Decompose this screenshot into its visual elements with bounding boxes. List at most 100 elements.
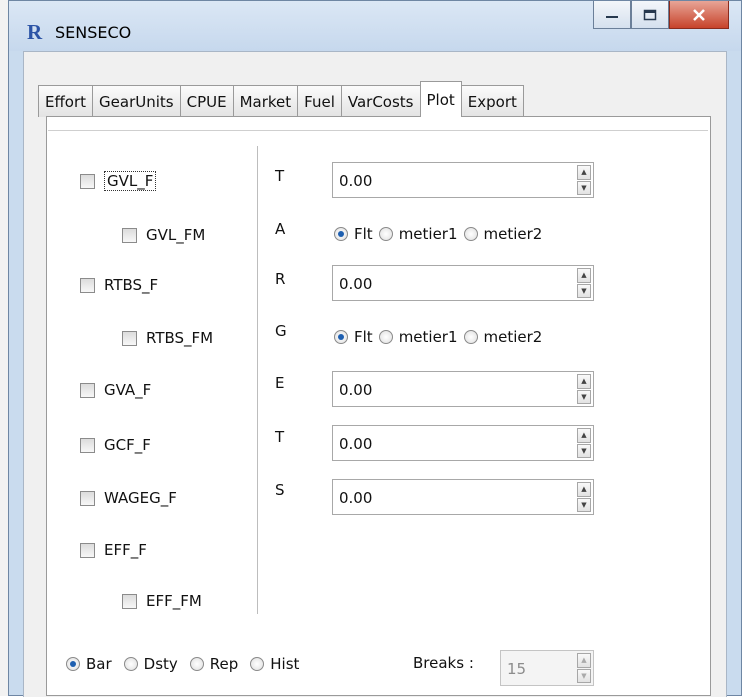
checkbox-box[interactable] — [122, 227, 137, 243]
checkbox-wageg-f[interactable]: WAGEG_F — [80, 489, 177, 507]
spin-down-icon[interactable]: ▼ — [577, 497, 591, 512]
spin-box-t2[interactable]: 0.00 ▲ ▼ — [332, 425, 594, 461]
spin-arrows: ▲ ▼ — [577, 482, 591, 512]
spin-up-icon[interactable]: ▲ — [577, 653, 591, 668]
side-letter: T — [275, 428, 285, 446]
radio-rep[interactable] — [189, 657, 204, 671]
radio-metier2[interactable] — [463, 227, 478, 241]
tab-varcosts[interactable]: VarCosts — [340, 85, 421, 117]
r-app-icon: R — [27, 20, 43, 44]
tab-plot[interactable]: Plot — [419, 81, 462, 117]
checkbox-gva-f[interactable]: GVA_F — [80, 381, 151, 399]
spin-arrows: ▲ ▼ — [577, 653, 591, 683]
plot-type-radios: Bar Dsty Rep Hist — [66, 655, 299, 673]
radio-group-a: Flt metier1 metier2 — [334, 225, 542, 243]
checkbox-box[interactable] — [122, 593, 137, 609]
minimize-icon — [606, 15, 618, 18]
tab-effort[interactable]: Effort — [38, 85, 94, 117]
minimize-button[interactable] — [593, 1, 631, 29]
spin-up-icon[interactable]: ▲ — [577, 428, 591, 443]
radio-hist[interactable] — [250, 657, 265, 671]
side-letter: S — [275, 481, 285, 499]
spin-down-icon[interactable]: ▼ — [577, 668, 591, 683]
tab-bar: Effort GearUnits CPUE Market Fuel VarCos… — [38, 81, 524, 117]
spin-value[interactable]: 0.00 — [339, 381, 372, 399]
checkbox-box[interactable] — [80, 382, 95, 398]
close-button[interactable] — [669, 1, 729, 29]
radio-label: Flt — [354, 225, 373, 243]
checkbox-rtbs-fm[interactable]: RTBS_FM — [122, 329, 213, 347]
checkbox-label: GVL_FM — [146, 226, 206, 244]
close-icon — [693, 8, 705, 21]
spin-box-e[interactable]: 0.00 ▲ ▼ — [332, 371, 594, 407]
spin-down-icon[interactable]: ▼ — [577, 389, 591, 404]
checkbox-label: RTBS_FM — [146, 329, 214, 347]
spin-up-icon[interactable]: ▲ — [577, 374, 591, 389]
checkbox-label: GVA_F — [104, 381, 152, 399]
maximize-button[interactable] — [631, 1, 669, 29]
checkbox-gvl-fm[interactable]: GVL_FM — [122, 226, 205, 244]
spin-up-icon[interactable]: ▲ — [577, 268, 591, 283]
spin-down-icon[interactable]: ▼ — [577, 283, 591, 298]
checkbox-box[interactable] — [122, 330, 137, 346]
spin-value[interactable]: 0.00 — [339, 489, 372, 507]
side-letter: E — [275, 374, 285, 392]
checkbox-eff-f[interactable]: EFF_F — [80, 541, 147, 559]
side-letter: G — [275, 322, 287, 340]
checkbox-box[interactable] — [80, 173, 95, 189]
radio-dsty[interactable] — [123, 657, 138, 671]
column-separator — [257, 146, 258, 614]
tab-export[interactable]: Export — [460, 85, 524, 117]
radio-label: metier2 — [483, 225, 543, 243]
radio-label: Flt — [354, 328, 373, 346]
breaks-spin-box[interactable]: 15 ▲ ▼ — [500, 650, 594, 686]
spin-value[interactable]: 0.00 — [339, 275, 372, 293]
checkbox-gvl-f[interactable]: GVL_F — [80, 171, 157, 191]
spin-box-t[interactable]: 0.00 ▲ ▼ — [332, 162, 594, 198]
spin-box-s[interactable]: 0.00 ▲ ▼ — [332, 479, 594, 515]
tab-fuel[interactable]: Fuel — [297, 85, 342, 117]
checkbox-gcf-f[interactable]: GCF_F — [80, 436, 151, 454]
radio-metier2[interactable] — [463, 330, 478, 344]
checkbox-label: WAGEG_F — [104, 489, 177, 507]
tab-cpue[interactable]: CPUE — [179, 85, 234, 117]
radio-flt[interactable] — [334, 227, 348, 241]
checkbox-box[interactable] — [80, 542, 95, 558]
radio-label: Dsty — [143, 655, 178, 673]
spin-box-r[interactable]: 0.00 ▲ ▼ — [332, 265, 594, 301]
checkbox-box[interactable] — [80, 437, 95, 453]
radio-metier1[interactable] — [378, 227, 393, 241]
maximize-icon — [643, 9, 657, 20]
checkbox-box[interactable] — [80, 277, 95, 293]
spin-up-icon[interactable]: ▲ — [577, 482, 591, 497]
radio-metier1[interactable] — [378, 330, 393, 344]
checkbox-rtbs-f[interactable]: RTBS_F — [80, 276, 158, 294]
radio-flt[interactable] — [334, 330, 348, 344]
radio-label: Hist — [270, 655, 300, 673]
tab-market[interactable]: Market — [232, 85, 299, 117]
spin-arrows: ▲ ▼ — [577, 374, 591, 404]
radio-group-g: Flt metier1 metier2 — [334, 328, 542, 346]
checkbox-eff-fm[interactable]: EFF_FM — [122, 592, 202, 610]
panel-divider — [48, 130, 708, 131]
tab-gearunits[interactable]: GearUnits — [92, 85, 181, 117]
radio-bar[interactable] — [66, 657, 80, 671]
title-bar[interactable]: R SENSECO — [9, 1, 741, 51]
spin-down-icon[interactable]: ▼ — [577, 180, 591, 195]
breaks-value[interactable]: 15 — [507, 660, 526, 678]
radio-label: metier1 — [398, 225, 458, 243]
radio-label: Bar — [86, 655, 112, 673]
checkbox-label: GVL_F — [104, 171, 157, 191]
spin-arrows: ▲ ▼ — [577, 165, 591, 195]
checkbox-box[interactable] — [80, 490, 95, 506]
radio-label: Rep — [209, 655, 239, 673]
radio-label: metier2 — [483, 328, 543, 346]
spin-value[interactable]: 0.00 — [339, 172, 372, 190]
checkbox-label: RTBS_F — [104, 276, 159, 294]
spin-down-icon[interactable]: ▼ — [577, 443, 591, 458]
spin-value[interactable]: 0.00 — [339, 435, 372, 453]
window-controls — [593, 1, 729, 31]
checkbox-label: EFF_F — [104, 541, 147, 559]
spin-up-icon[interactable]: ▲ — [577, 165, 591, 180]
checkbox-label: GCF_F — [104, 436, 151, 454]
